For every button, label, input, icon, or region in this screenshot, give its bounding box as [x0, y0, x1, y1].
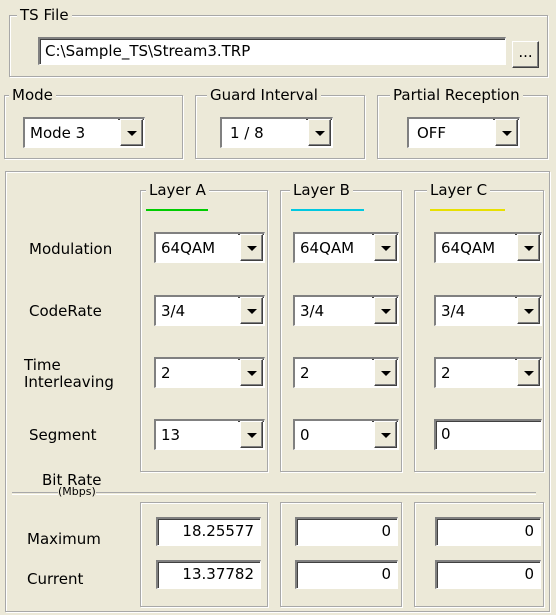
chevron-down-icon	[524, 309, 534, 314]
mode-group: Mode Mode 3	[4, 86, 183, 159]
layer-b-time-interleaving-value: 2	[295, 359, 372, 388]
ts-file-group: TS File C:\Sample_TS\Stream3.TRP ...	[9, 6, 548, 77]
guard-interval-title: Guard Interval	[207, 86, 321, 104]
layer-c-modulation-dropdown[interactable]	[517, 234, 540, 261]
partial-reception-select[interactable]: OFF	[407, 117, 520, 148]
layer-b-code-rate-dropdown[interactable]	[374, 297, 397, 324]
chevron-down-icon	[381, 246, 391, 251]
layer-c-segment-field[interactable]: 0	[434, 419, 542, 450]
layer-a-time-interleaving-dropdown[interactable]	[240, 359, 263, 386]
chevron-down-icon	[247, 309, 257, 314]
layer-a-segment-dropdown[interactable]	[240, 421, 263, 448]
guard-interval-group: Guard Interval 1 / 8	[195, 86, 365, 159]
layer-a-modulation-dropdown[interactable]	[240, 234, 263, 261]
layer-c-code-rate-value: 3/4	[436, 297, 515, 326]
layer-b-segment-select[interactable]: 0	[293, 419, 399, 450]
layer-b-segment-value: 0	[295, 421, 372, 450]
time-interleaving-label-line2: Interleaving	[24, 373, 114, 391]
chevron-down-icon	[502, 131, 512, 136]
layer-b-modulation-dropdown[interactable]	[374, 234, 397, 261]
chevron-down-icon	[524, 246, 534, 251]
layer-c-modulation-select[interactable]: 64QAM	[434, 232, 542, 263]
mode-value: Mode 3	[25, 119, 118, 148]
layer-c-current-bitrate: 0	[435, 560, 541, 589]
chevron-down-icon	[381, 371, 391, 376]
browse-button[interactable]: ...	[512, 41, 539, 68]
layer-c-title: Layer C	[427, 181, 491, 199]
chevron-down-icon	[381, 433, 391, 438]
guard-interval-value: 1 / 8	[222, 119, 306, 148]
layer-a-segment-value: 13	[156, 421, 238, 450]
layer-a-code-rate-dropdown[interactable]	[240, 297, 263, 324]
layer-b-time-interleaving-select[interactable]: 2	[293, 357, 399, 388]
guard-interval-dropdown-button[interactable]	[308, 119, 331, 146]
partial-reception-title: Partial Reception	[390, 86, 523, 104]
layer-a-time-interleaving-value: 2	[156, 359, 238, 388]
layer-b-segment-dropdown[interactable]	[374, 421, 397, 448]
chevron-down-icon	[127, 131, 137, 136]
segment-label: Segment	[29, 426, 97, 444]
layer-c-max-bitrate: 0	[435, 517, 541, 546]
mode-title: Mode	[9, 86, 56, 104]
bit-rate-unit: (Mbps)	[58, 485, 96, 498]
current-label: Current	[27, 570, 84, 588]
layer-c-time-interleaving-value: 2	[436, 359, 515, 388]
layer-a-time-interleaving-select[interactable]: 2	[154, 357, 265, 388]
layer-c-code-rate-select[interactable]: 3/4	[434, 295, 542, 326]
layer-a-segment-select[interactable]: 13	[154, 419, 265, 450]
layer-c-code-rate-dropdown[interactable]	[517, 297, 540, 324]
layer-b-current-bitrate: 0	[295, 560, 398, 589]
layer-a-current-bitrate: 13.37782	[156, 560, 261, 589]
mode-dropdown-button[interactable]	[120, 119, 143, 146]
chevron-down-icon	[247, 371, 257, 376]
partial-reception-group: Partial Reception OFF	[377, 86, 548, 159]
layer-b-title: Layer B	[290, 181, 353, 199]
layer-c-color-underline	[430, 209, 505, 211]
maximum-label: Maximum	[27, 530, 101, 548]
chevron-down-icon	[247, 433, 257, 438]
guard-interval-select[interactable]: 1 / 8	[220, 117, 333, 148]
partial-reception-dropdown-button[interactable]	[495, 119, 518, 146]
layer-c-modulation-value: 64QAM	[436, 234, 515, 263]
layer-c-time-interleaving-select[interactable]: 2	[434, 357, 542, 388]
layer-b-max-bitrate: 0	[295, 517, 398, 546]
layer-b-code-rate-value: 3/4	[295, 297, 372, 326]
ts-file-path-field[interactable]: C:\Sample_TS\Stream3.TRP	[38, 37, 506, 65]
chevron-down-icon	[381, 309, 391, 314]
layer-b-modulation-select[interactable]: 64QAM	[293, 232, 399, 263]
layer-a-code-rate-value: 3/4	[156, 297, 238, 326]
layer-b-code-rate-select[interactable]: 3/4	[293, 295, 399, 326]
layer-c-time-interleaving-dropdown[interactable]	[517, 359, 540, 386]
layer-b-time-interleaving-dropdown[interactable]	[374, 359, 397, 386]
time-interleaving-label-line1: Time	[24, 356, 61, 374]
chevron-down-icon	[524, 371, 534, 376]
layer-a-modulation-value: 64QAM	[156, 234, 238, 263]
partial-reception-value: OFF	[409, 119, 493, 148]
layer-b-color-underline	[291, 209, 364, 211]
layer-a-max-bitrate: 18.25577	[156, 517, 261, 546]
mode-select[interactable]: Mode 3	[23, 117, 145, 148]
layer-a-color-underline	[146, 209, 208, 211]
chevron-down-icon	[247, 246, 257, 251]
modulation-label: Modulation	[29, 240, 113, 258]
layer-a-modulation-select[interactable]: 64QAM	[154, 232, 265, 263]
chevron-down-icon	[315, 131, 325, 136]
layer-a-code-rate-select[interactable]: 3/4	[154, 295, 265, 326]
layer-a-title: Layer A	[146, 181, 209, 199]
code-rate-label: CodeRate	[29, 302, 102, 320]
ts-file-title: TS File	[17, 6, 72, 24]
layer-b-modulation-value: 64QAM	[295, 234, 372, 263]
